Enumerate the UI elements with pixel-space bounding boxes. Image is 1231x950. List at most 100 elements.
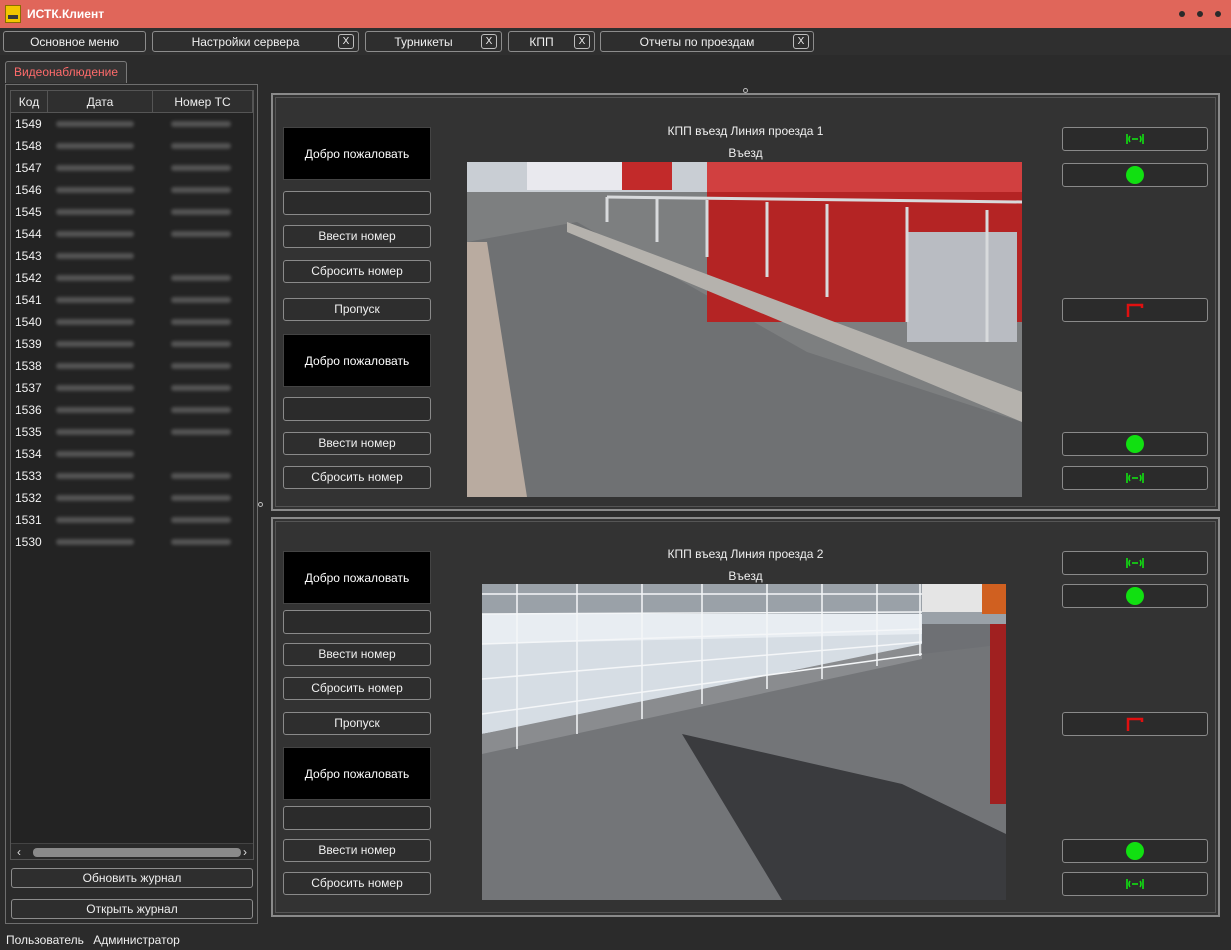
scroll-left-icon[interactable]: ‹ bbox=[11, 844, 27, 860]
row-plate-redacted bbox=[153, 231, 253, 237]
tab-server-settings[interactable]: Настройки сервера X bbox=[152, 31, 359, 52]
table-row[interactable]: 1530 bbox=[11, 531, 253, 553]
open-journal-button[interactable]: Открыть журнал bbox=[11, 899, 253, 919]
scroll-right-icon[interactable]: › bbox=[237, 844, 253, 860]
row-code: 1545 bbox=[15, 205, 42, 219]
plate-number-field[interactable] bbox=[283, 191, 431, 215]
table-row[interactable]: 1545 bbox=[11, 201, 253, 223]
reset-number-button[interactable]: Сбросить номер bbox=[283, 677, 431, 700]
row-date-redacted bbox=[48, 275, 153, 281]
barrier-icon bbox=[1126, 717, 1144, 731]
table-row[interactable]: 1547 bbox=[11, 157, 253, 179]
tab-main-menu[interactable]: Основное меню bbox=[3, 31, 146, 52]
table-row[interactable]: 1538 bbox=[11, 355, 253, 377]
row-plate-redacted bbox=[153, 363, 253, 369]
traffic-light-indicator bbox=[1062, 163, 1208, 187]
row-plate-redacted bbox=[153, 473, 253, 479]
camera-view-lane-2[interactable] bbox=[482, 584, 1006, 900]
table-row[interactable]: 1546 bbox=[11, 179, 253, 201]
reset-number-button[interactable]: Сбросить номер bbox=[283, 466, 431, 489]
welcome-display: Добро пожаловать bbox=[283, 127, 431, 180]
row-code: 1543 bbox=[15, 249, 42, 263]
window-menu-dots[interactable] bbox=[1179, 11, 1221, 17]
camera-view-lane-1[interactable] bbox=[467, 162, 1022, 497]
reset-number-button[interactable]: Сбросить номер bbox=[283, 260, 431, 283]
close-icon[interactable]: X bbox=[481, 34, 497, 49]
rfid-icon bbox=[1126, 879, 1144, 889]
row-plate-redacted bbox=[153, 539, 253, 545]
table-row[interactable]: 1542 bbox=[11, 267, 253, 289]
row-code: 1535 bbox=[15, 425, 42, 439]
plate-number-field[interactable] bbox=[283, 610, 431, 634]
tab-turnstiles[interactable]: Турникеты X bbox=[365, 31, 502, 52]
plate-number-field[interactable] bbox=[283, 806, 431, 830]
pass-button[interactable]: Пропуск bbox=[283, 712, 431, 735]
column-header-code[interactable]: Код bbox=[11, 91, 48, 112]
row-plate-redacted bbox=[153, 319, 253, 325]
table-row[interactable]: 1537 bbox=[11, 377, 253, 399]
enter-number-button[interactable]: Ввести номер bbox=[283, 839, 431, 862]
barrier-icon bbox=[1126, 303, 1144, 317]
traffic-light-icon bbox=[1126, 166, 1144, 184]
tab-passage-reports[interactable]: Отчеты по проездам X bbox=[600, 31, 814, 52]
rfid-indicator bbox=[1062, 127, 1208, 151]
rfid-icon bbox=[1126, 558, 1144, 568]
table-row[interactable]: 1543 bbox=[11, 245, 253, 267]
plate-number-field[interactable] bbox=[283, 397, 431, 421]
row-date-redacted bbox=[48, 253, 153, 259]
close-icon[interactable]: X bbox=[793, 34, 809, 49]
table-row[interactable]: 1540 bbox=[11, 311, 253, 333]
row-plate-redacted bbox=[153, 385, 253, 391]
table-row[interactable]: 1536 bbox=[11, 399, 253, 421]
scrollbar-thumb[interactable] bbox=[33, 848, 241, 857]
row-code: 1534 bbox=[15, 447, 42, 461]
table-row[interactable]: 1549 bbox=[11, 113, 253, 135]
row-code: 1547 bbox=[15, 161, 42, 175]
row-code: 1538 bbox=[15, 359, 42, 373]
rfid-icon bbox=[1126, 134, 1144, 144]
pass-button[interactable]: Пропуск bbox=[283, 298, 431, 321]
row-date-redacted bbox=[48, 429, 153, 435]
tab-checkpoint[interactable]: КПП X bbox=[508, 31, 595, 52]
close-icon[interactable]: X bbox=[338, 34, 354, 49]
top-tabs-bar: Основное меню Настройки сервера X Турник… bbox=[0, 28, 1231, 55]
reset-number-button[interactable]: Сбросить номер bbox=[283, 872, 431, 895]
table-row[interactable]: 1535 bbox=[11, 421, 253, 443]
vertical-splitter-handle[interactable] bbox=[258, 502, 263, 507]
column-header-plate[interactable]: Номер ТС bbox=[153, 91, 253, 112]
row-date-redacted bbox=[48, 231, 153, 237]
traffic-light-indicator bbox=[1062, 584, 1208, 608]
horizontal-scrollbar[interactable]: ‹ › bbox=[11, 843, 253, 859]
title-bar: ИСТК.Клиент bbox=[0, 0, 1231, 28]
tab-video-surveillance[interactable]: Видеонаблюдение bbox=[5, 61, 127, 83]
journal-panel: Код Дата Номер ТС 1549 1548 1547 1546 1545 15… bbox=[5, 84, 258, 924]
enter-number-button[interactable]: Ввести номер bbox=[283, 432, 431, 455]
close-icon[interactable]: X bbox=[574, 34, 590, 49]
traffic-light-indicator bbox=[1062, 839, 1208, 863]
table-row[interactable]: 1533 bbox=[11, 465, 253, 487]
row-plate-redacted bbox=[153, 495, 253, 501]
table-row[interactable]: 1531 bbox=[11, 509, 253, 531]
row-code: 1546 bbox=[15, 183, 42, 197]
row-plate-redacted bbox=[153, 297, 253, 303]
enter-number-button[interactable]: Ввести номер bbox=[283, 643, 431, 666]
rfid-indicator bbox=[1062, 466, 1208, 490]
row-code: 1532 bbox=[15, 491, 42, 505]
user-label: Пользователь bbox=[6, 933, 84, 947]
table-row[interactable]: 1539 bbox=[11, 333, 253, 355]
refresh-journal-button[interactable]: Обновить журнал bbox=[11, 868, 253, 888]
table-row[interactable]: 1534 bbox=[11, 443, 253, 465]
table-row[interactable]: 1532 bbox=[11, 487, 253, 509]
table-row[interactable]: 1544 bbox=[11, 223, 253, 245]
enter-number-button[interactable]: Ввести номер bbox=[283, 225, 431, 248]
row-code: 1549 bbox=[15, 117, 42, 131]
table-row[interactable]: 1548 bbox=[11, 135, 253, 157]
rfid-icon bbox=[1126, 473, 1144, 483]
column-header-date[interactable]: Дата bbox=[48, 91, 153, 112]
table-row[interactable]: 1541 bbox=[11, 289, 253, 311]
row-code: 1542 bbox=[15, 271, 42, 285]
tab-label: Основное меню bbox=[30, 34, 119, 49]
row-plate-redacted bbox=[153, 517, 253, 523]
row-code: 1531 bbox=[15, 513, 42, 527]
traffic-light-icon bbox=[1126, 435, 1144, 453]
